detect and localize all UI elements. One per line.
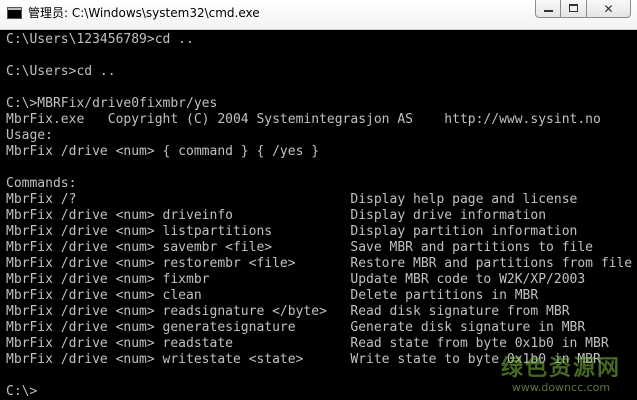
console-line: Usage: (6, 128, 53, 143)
console-line: MbrFix /drive <num> driveinfo Display dr… (6, 208, 547, 223)
console-line: MbrFix /drive <num> generatesignature Ge… (6, 320, 586, 335)
cmd-window: 管理员: C:\Windows\system32\cmd.exe ✕ C:\Us… (0, 0, 637, 400)
window-controls: ✕ (535, 0, 631, 18)
close-icon: ✕ (603, 2, 614, 16)
minimize-button[interactable] (535, 0, 561, 18)
console-line: MbrFix /drive <num> readstate Read state… (6, 336, 609, 351)
console-line: Commands: (6, 176, 77, 191)
cmd-app-icon[interactable] (7, 7, 22, 19)
maximize-button[interactable] (561, 0, 587, 18)
console-line: MbrFix /drive <num> { command } { /yes } (6, 144, 320, 159)
console-line: MbrFix /drive <num> fixmbr Update MBR co… (6, 272, 586, 287)
console-line: MbrFix /drive <num> savembr <file> Save … (6, 240, 593, 255)
console-line: MbrFix /drive <num> clean Delete partiti… (6, 288, 539, 303)
close-button[interactable]: ✕ (587, 0, 631, 18)
console-line: MbrFix /? Display help page and license (6, 192, 578, 207)
maximize-icon (569, 4, 578, 12)
console-prompt: C:\> (6, 384, 38, 399)
console-line: MbrFix /drive <num> restorembr <file> Re… (6, 256, 633, 271)
console-line: C:\Users>cd .. (6, 64, 116, 79)
console-line: MbrFix.exe Copyright (C) 2004 Systeminte… (6, 112, 601, 127)
console-line: C:\>MBRFix/drive0fixmbr/yes (6, 96, 218, 111)
title-bar[interactable]: 管理员: C:\Windows\system32\cmd.exe ✕ (0, 0, 637, 30)
console-line: C:\Users\123456789>cd .. (6, 32, 194, 47)
window-title: 管理员: C:\Windows\system32\cmd.exe (28, 6, 260, 20)
minimize-icon (544, 10, 553, 12)
console-output[interactable]: C:\Users\123456789>cd .. C:\Users>cd .. … (0, 30, 637, 400)
console-line: MbrFix /drive <num> writestate <state> W… (6, 352, 601, 367)
console-line: MbrFix /drive <num> readsignature </byte… (6, 304, 570, 319)
console-line: MbrFix /drive <num> listpartitions Displ… (6, 224, 578, 239)
